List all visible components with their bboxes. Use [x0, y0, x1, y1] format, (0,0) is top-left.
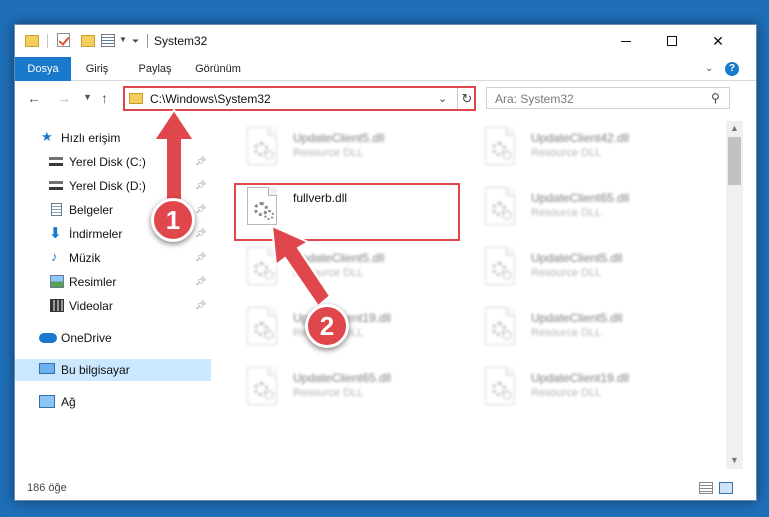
arrow-up-shape — [152, 108, 196, 201]
step-1-badge: 1 — [151, 198, 195, 242]
arrow-diagonal-shape — [270, 224, 332, 308]
step-2-badge: 2 — [305, 304, 349, 348]
annotation-arrows — [152, 108, 332, 308]
